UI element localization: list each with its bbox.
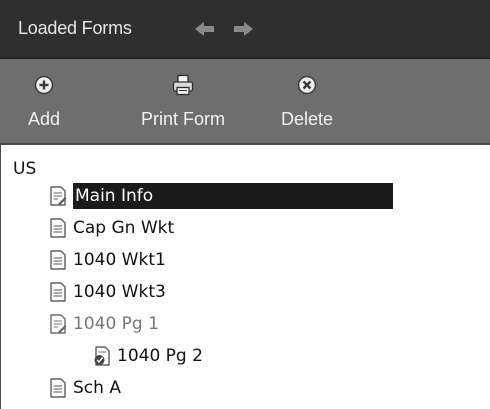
- back-arrow-icon[interactable]: [194, 20, 216, 38]
- print-form-button-label: Print Form: [140, 109, 225, 129]
- tree-item-label: Sch A: [73, 378, 121, 398]
- tree-item-label: 1040 Wkt1: [73, 250, 166, 270]
- add-button-label: Add: [27, 109, 61, 129]
- toolbar: Add Print Form Delete: [0, 59, 490, 145]
- tree-item-label: 1040 Pg 2: [117, 346, 203, 366]
- printer-icon: [172, 74, 194, 96]
- tree-item-sch-a[interactable]: Sch A: [49, 375, 121, 401]
- form-check-icon: [94, 346, 110, 366]
- add-icon: [34, 75, 54, 95]
- delete-icon: [297, 75, 317, 95]
- document-icon: [50, 218, 66, 238]
- tree-item-cap-gn-wkt[interactable]: Cap Gn Wkt: [49, 215, 174, 241]
- form-edit-icon: [50, 186, 67, 206]
- selection-highlight: Main Info: [73, 183, 393, 209]
- tree-item-label: 1040 Pg 1: [73, 314, 159, 334]
- tree-item-label: Main Info: [73, 184, 160, 208]
- forward-arrow-icon[interactable]: [232, 20, 254, 38]
- tree-item-1040-wkt3[interactable]: 1040 Wkt3: [49, 279, 166, 305]
- document-icon: [50, 250, 66, 270]
- tree-item-label: Cap Gn Wkt: [73, 218, 175, 238]
- tree-root-us[interactable]: US: [13, 159, 36, 179]
- add-button[interactable]: Add: [14, 59, 74, 143]
- tree-item-label: 1040 Wkt3: [73, 282, 166, 302]
- tree-item-1040-pg-1[interactable]: 1040 Pg 1: [49, 311, 159, 337]
- print-form-button[interactable]: Print Form: [120, 59, 246, 143]
- delete-button-label: Delete: [280, 109, 334, 129]
- document-icon: [50, 378, 66, 398]
- tree-item-1040-pg-2[interactable]: 1040 Pg 2: [93, 343, 203, 369]
- forms-tree: US Main Info Cap Gn Wkt 1040 Wkt1 1040 W…: [0, 145, 490, 409]
- panel-title: Loaded Forms: [18, 18, 132, 38]
- tree-item-main-info[interactable]: Main Info: [49, 183, 393, 209]
- panel-header: Loaded Forms: [0, 0, 490, 59]
- document-icon: [50, 282, 66, 302]
- delete-button[interactable]: Delete: [262, 59, 352, 143]
- form-edit-icon: [50, 314, 67, 334]
- tree-item-1040-wkt1[interactable]: 1040 Wkt1: [49, 247, 166, 273]
